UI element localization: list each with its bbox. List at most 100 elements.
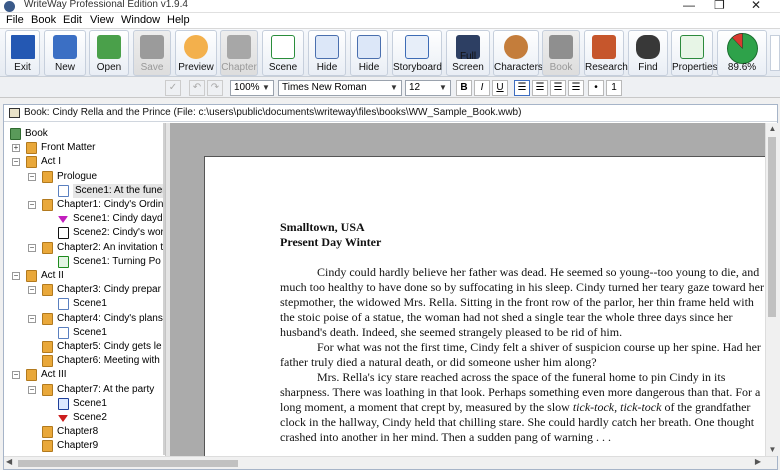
align-center-button[interactable]: ☰: [532, 80, 548, 96]
exit-button[interactable]: Exit: [5, 30, 40, 76]
tree-node[interactable]: Scene1: At the funer: [8, 183, 163, 198]
research-button[interactable]: Research: [584, 30, 628, 76]
paragraph-1: Cindy could hardly believe her father wa…: [280, 265, 764, 339]
tree-node[interactable]: Scene1: [8, 397, 163, 411]
collapse-icon[interactable]: −: [12, 158, 20, 167]
horizontal-scrollbar[interactable]: ◀ ▶: [4, 456, 777, 469]
properties-icon: [680, 35, 704, 59]
tree-node[interactable]: − Chapter4: Cindy's plans: [8, 312, 163, 326]
tree-node[interactable]: − Chapter2: An invitation t: [8, 241, 163, 255]
scene-button[interactable]: Scene: [262, 30, 304, 76]
align-right-button[interactable]: ☰: [550, 80, 566, 96]
editor-area[interactable]: Smalltown, USA Present Day Winter Cindy …: [170, 123, 765, 456]
tree-node[interactable]: − Act III: [8, 368, 163, 382]
progress-percent: 89.6%: [727, 62, 757, 73]
hscroll-thumb[interactable]: [18, 460, 238, 467]
folder-icon: [26, 270, 37, 282]
scroll-left-icon[interactable]: ◀: [6, 457, 12, 466]
tree-node[interactable]: Scene1: Turning Po: [8, 255, 163, 269]
italic-button[interactable]: I: [474, 80, 490, 96]
storyboard-button[interactable]: Storyboard: [392, 30, 442, 76]
chapter-button[interactable]: Chapter: [220, 30, 258, 76]
hide-button[interactable]: Hide: [308, 30, 346, 76]
tree-node[interactable]: Scene2: Cindy's wor: [8, 226, 163, 240]
bold-button[interactable]: B: [456, 80, 472, 96]
collapse-icon[interactable]: −: [28, 201, 36, 209]
editor-vertical-scrollbar[interactable]: ▲ ▼: [765, 123, 778, 456]
tree-node[interactable]: − Prologue: [8, 170, 163, 184]
redo-button[interactable]: ↷: [207, 80, 223, 96]
menu-view[interactable]: View: [90, 14, 114, 26]
collapse-icon[interactable]: −: [28, 385, 36, 394]
collapse-icon[interactable]: −: [28, 286, 36, 295]
preview-button[interactable]: Preview: [175, 30, 217, 76]
spellcheck-button[interactable]: ✓: [165, 80, 181, 96]
underline-button[interactable]: U: [492, 80, 508, 96]
new-button[interactable]: New: [44, 30, 86, 76]
black-page-icon: [58, 227, 69, 240]
progress-button[interactable]: 89.6%: [717, 30, 767, 76]
scroll-up-icon[interactable]: ▲: [766, 123, 779, 135]
tree-node[interactable]: − Act II: [8, 269, 163, 283]
book-icon: [9, 108, 20, 118]
scene-text[interactable]: Smalltown, USA Present Day Winter Cindy …: [280, 220, 765, 445]
minimize-button[interactable]: —: [683, 0, 695, 12]
tree-node-label: Scene1: [73, 397, 107, 409]
bullet-list-button[interactable]: •: [588, 80, 604, 96]
menu-edit[interactable]: Edit: [63, 14, 82, 26]
scroll-right-icon[interactable]: ▶: [755, 457, 761, 466]
font-size-combo[interactable]: 12 ▼: [405, 80, 451, 96]
find-button[interactable]: Find: [628, 30, 668, 76]
align-left-button[interactable]: ☰: [514, 80, 530, 96]
numbered-list-button[interactable]: 1: [606, 80, 622, 96]
tree-node[interactable]: − Chapter3: Cindy prepar: [8, 283, 163, 297]
hide-all-button[interactable]: Hide: [350, 30, 388, 76]
tree-node-label: Chapter5: Cindy gets le: [57, 341, 162, 352]
outline-tree: Book + Front Matter − Act I − Prologue Scene1: …: [8, 125, 163, 455]
zoom-combo[interactable]: 100% ▼: [230, 80, 274, 96]
tree-node[interactable]: Book: [8, 127, 163, 141]
tree-node[interactable]: Scene1: [8, 297, 163, 311]
scroll-thumb[interactable]: [768, 137, 776, 317]
tree-node[interactable]: Scene2: [8, 411, 163, 425]
tree-node[interactable]: − Chapter7: At the party: [8, 383, 163, 397]
toolbar-overflow[interactable]: [770, 35, 780, 71]
tree-node[interactable]: Chapter8: [8, 425, 163, 439]
book-button[interactable]: Book: [542, 30, 580, 76]
tree-node[interactable]: + Front Matter: [8, 141, 163, 155]
tree-node-label: Scene1: Turning Po: [73, 255, 161, 267]
collapse-icon[interactable]: −: [12, 371, 20, 380]
open-button[interactable]: Open: [89, 30, 129, 76]
tree-node-label: Chapter7: At the party: [57, 383, 155, 395]
menu-book[interactable]: Book: [31, 14, 56, 26]
scroll-down-icon[interactable]: ▼: [766, 444, 779, 456]
align-justify-button[interactable]: ☰: [568, 80, 584, 96]
preview-magnifier-icon: [184, 35, 208, 59]
tree-node[interactable]: Scene1: [8, 326, 163, 340]
characters-button[interactable]: Characters: [493, 30, 543, 76]
expand-icon[interactable]: +: [12, 144, 20, 153]
undo-button[interactable]: ↶: [189, 80, 205, 96]
tree-node[interactable]: − Chapter1: Cindy's Ordin: [8, 198, 163, 212]
font-combo[interactable]: Times New Roman ▼: [278, 80, 402, 96]
collapse-icon[interactable]: −: [28, 314, 36, 323]
collapse-icon[interactable]: −: [28, 172, 36, 181]
restore-button[interactable]: ❐: [714, 0, 725, 12]
tree-node[interactable]: Chapter9: [8, 439, 163, 453]
tree-node-label: Front Matter: [41, 142, 96, 154]
close-button[interactable]: ✕: [751, 0, 761, 12]
properties-button[interactable]: Properties: [671, 30, 718, 76]
tree-node[interactable]: Chapter5: Cindy gets le: [8, 340, 163, 354]
menu-file[interactable]: File: [6, 14, 24, 26]
tree-node[interactable]: Chapter6: Meeting with: [8, 354, 163, 368]
menu-help[interactable]: Help: [167, 14, 190, 26]
tree-node[interactable]: Scene1: Cindy dayd: [8, 212, 163, 226]
binoculars-icon: [636, 35, 660, 59]
collapse-icon[interactable]: −: [28, 243, 36, 252]
scene-page-icon: [58, 298, 69, 311]
full-screen-button[interactable]: Full Screen: [446, 30, 490, 76]
menu-window[interactable]: Window: [121, 14, 160, 26]
save-button[interactable]: Save: [133, 30, 171, 76]
collapse-icon[interactable]: −: [12, 272, 20, 280]
tree-node[interactable]: − Act I: [8, 155, 163, 169]
